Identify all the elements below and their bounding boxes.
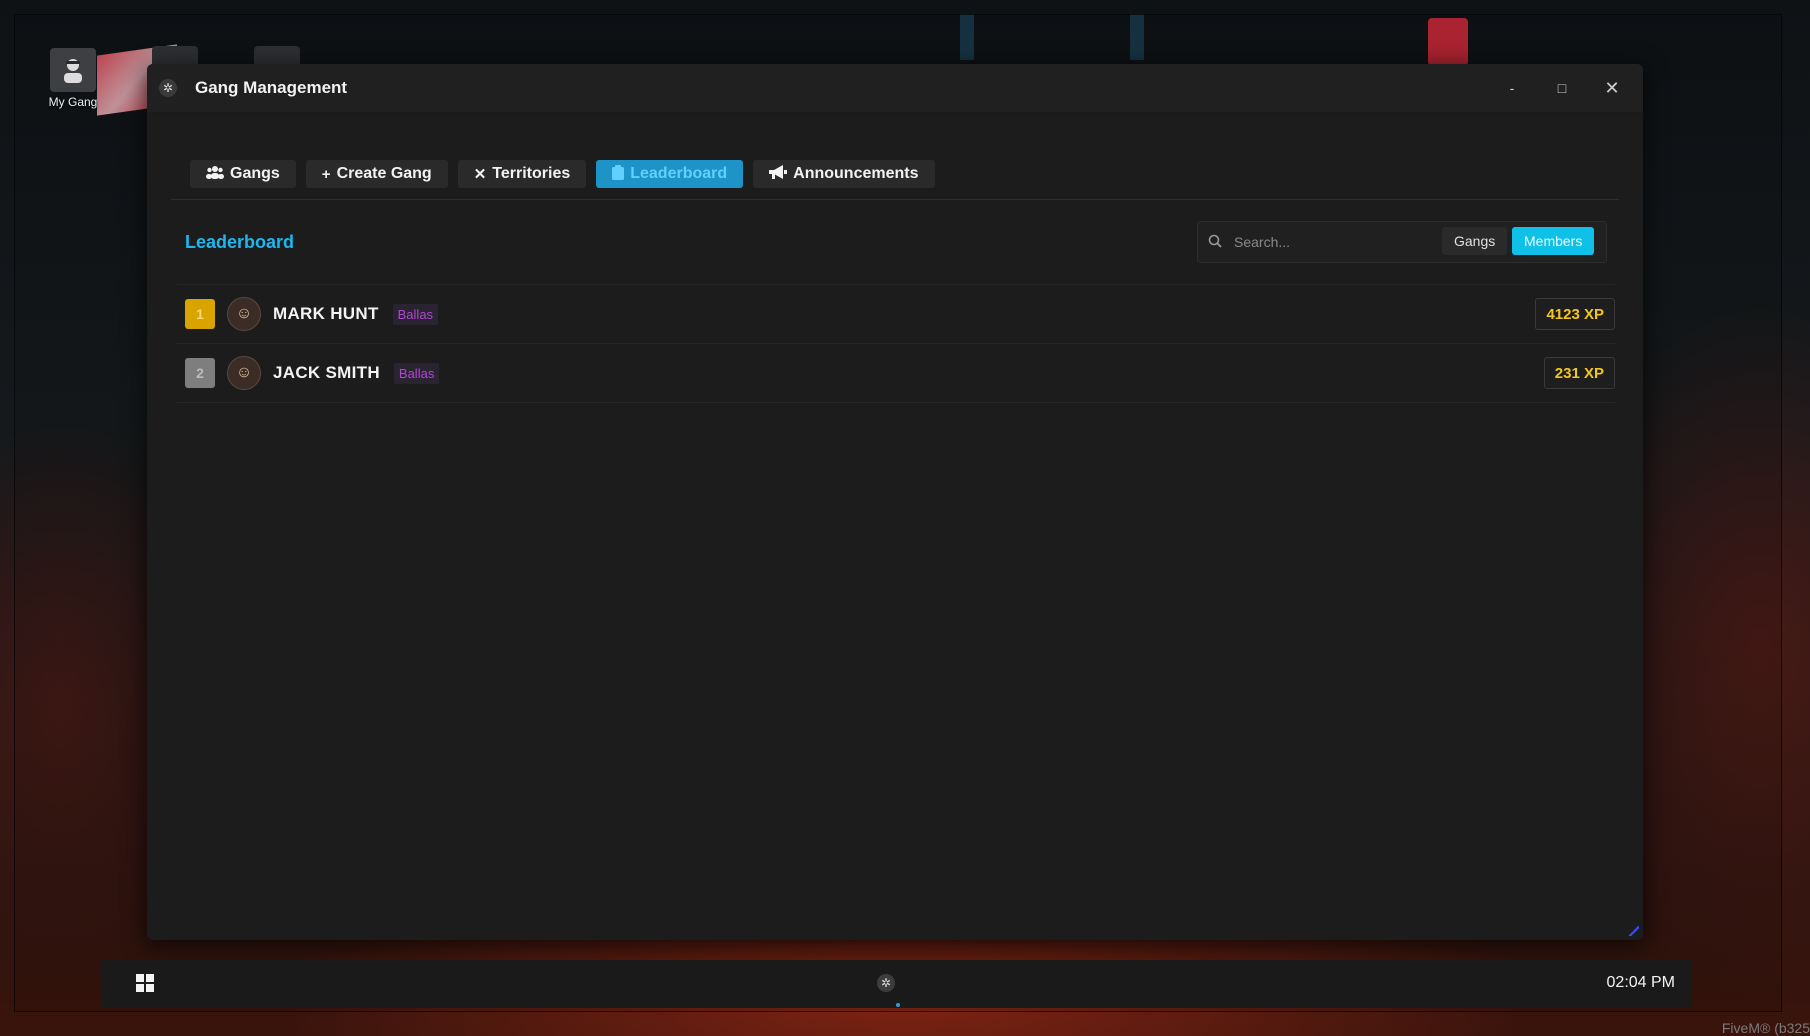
section-title: Leaderboard: [185, 232, 295, 252]
minimize-button[interactable]: -: [1487, 64, 1537, 112]
rank-badge: 1: [185, 299, 215, 329]
gang-badge: Ballas: [392, 303, 439, 325]
avatar: ☺: [227, 297, 261, 331]
leaderboard-row[interactable]: 2 ☺ JACK SMITH Ballas 231 XP: [177, 344, 1615, 403]
desktop-icon-partial[interactable]: [152, 46, 198, 64]
resize-handle[interactable]: [1629, 926, 1639, 936]
gang-badge: Ballas: [393, 362, 440, 384]
active-indicator: [896, 1003, 900, 1007]
xp-badge: 4123 XP: [1535, 298, 1615, 330]
windows-start-icon[interactable]: [136, 974, 154, 992]
tab-territories[interactable]: ✕ Territories: [457, 160, 587, 188]
filter-members-button[interactable]: Members: [1512, 227, 1595, 255]
tab-label: Leaderboard: [630, 165, 728, 182]
gang-member-icon: [50, 48, 96, 92]
filter-gangs-button[interactable]: Gangs: [1442, 227, 1508, 255]
search-bar: Gangs Members: [1197, 221, 1607, 263]
leaderboard-list: 1 ☺ MARK HUNT Ballas 4123 XP 2 ☺ JACK SM…: [177, 284, 1615, 403]
desktop-icon-partial[interactable]: [254, 46, 300, 64]
tab-label: Announcements: [793, 165, 919, 182]
maximize-button[interactable]: □: [1537, 64, 1587, 112]
close-button[interactable]: ✕: [1587, 64, 1637, 112]
users-icon: [206, 165, 224, 183]
tab-announcements[interactable]: Announcements: [753, 160, 935, 188]
tab-gangs[interactable]: Gangs: [190, 160, 296, 188]
rank-badge: 2: [185, 358, 215, 388]
crossed-swords-icon: ✕: [473, 166, 487, 183]
taskbar-app-icon[interactable]: ✲: [877, 974, 895, 992]
tab-bar: Gangs + Create Gang ✕ Territories Leader…: [190, 160, 935, 188]
tab-create-gang[interactable]: + Create Gang: [305, 160, 448, 188]
leaderboard-row[interactable]: 1 ☺ MARK HUNT Ballas 4123 XP: [177, 284, 1615, 344]
divider: [171, 199, 1619, 200]
player-name: MARK HUNT: [273, 304, 379, 323]
avatar: ☺: [227, 356, 261, 390]
tab-label: Create Gang: [336, 165, 432, 182]
search-input[interactable]: [1232, 233, 1436, 251]
taskbar: ✲ 02:04 PM: [102, 960, 1691, 1008]
player-name: JACK SMITH: [273, 363, 380, 382]
watermark: FiveM® (b325: [1721, 1020, 1810, 1036]
gang-management-window: ✲ Gang Management - □ ✕ Gangs + Create G…: [147, 64, 1643, 940]
app-logo-icon: ✲: [159, 79, 177, 97]
window-controls: - □ ✕: [1487, 64, 1637, 112]
megaphone-icon: [769, 165, 788, 183]
tab-label: Gangs: [230, 165, 280, 182]
desktop-icon-label: My Gang: [48, 95, 98, 109]
xp-badge: 231 XP: [1543, 357, 1615, 389]
taskbar-clock: 02:04 PM: [1606, 974, 1675, 991]
plus-icon: +: [321, 165, 331, 183]
clipboard-icon: [612, 164, 625, 184]
window-titlebar[interactable]: ✲ Gang Management - □ ✕: [147, 64, 1643, 113]
desktop-icon-my-gang[interactable]: My Gang: [44, 48, 102, 109]
window-title: Gang Management: [195, 78, 348, 97]
tab-label: Territories: [492, 165, 571, 182]
tab-leaderboard[interactable]: Leaderboard: [596, 160, 744, 188]
search-icon: [1208, 234, 1224, 250]
